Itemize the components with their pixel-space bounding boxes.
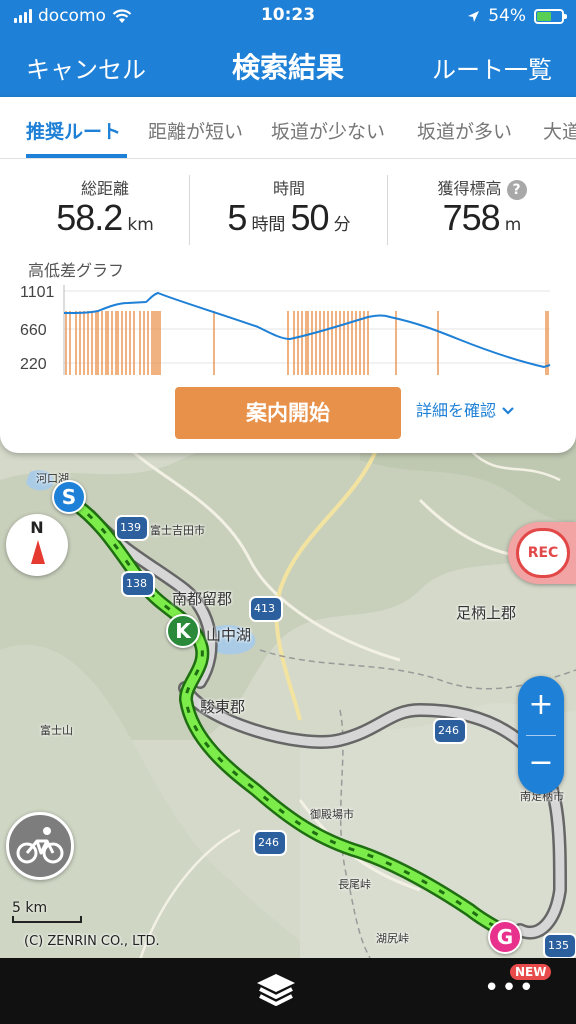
road-number-135: 135 xyxy=(548,939,569,952)
map-label-kojiri: 湖尻峠 xyxy=(376,932,409,945)
tab-shortest[interactable]: 距離が短い xyxy=(148,117,243,144)
time-label: 時間 xyxy=(272,179,305,198)
elevation-graph: 1101 660 220 xyxy=(20,284,551,375)
bottom-bar: ••• NEW xyxy=(0,958,576,1024)
map-label-gotemba: 御殿場市 xyxy=(310,808,354,821)
route-list-button[interactable]: ルート一覧 xyxy=(432,50,552,85)
distance-value-group: 58.2 km xyxy=(20,197,190,239)
road-number-413: 413 xyxy=(254,602,275,615)
active-tab-indicator xyxy=(26,154,127,158)
distance-unit: km xyxy=(127,215,154,235)
elevation-gain-unit: m xyxy=(504,215,522,235)
elevation-gain-value: 758 xyxy=(442,197,501,238)
map-label-ashigarakami: 足柄上郡 xyxy=(456,604,517,622)
elevation-value-group: 758 m xyxy=(388,197,576,239)
record-label: REC xyxy=(516,528,570,578)
map-canvas[interactable] xyxy=(0,420,576,958)
top-bar: docomo 10:23 54% キャンセル 検索結果 ルート一覧 xyxy=(0,0,576,97)
battery-icon xyxy=(534,8,567,24)
layers-icon[interactable] xyxy=(253,970,299,1010)
battery-percent: 54% xyxy=(488,6,526,26)
time-minutes: 50 xyxy=(290,197,330,238)
elevation-stat: 獲得標高 ? 758 m xyxy=(388,173,576,249)
elevation-profile-line xyxy=(63,291,551,369)
route-tabs: 推奨ルート 距離が短い 坂道が少ない 坂道が多い 大道 xyxy=(0,97,576,159)
bicycle-mode-button[interactable] xyxy=(6,812,74,880)
road-number-139: 139 xyxy=(120,521,141,534)
scale-label: 5 km xyxy=(12,900,48,916)
record-button[interactable]: REC xyxy=(508,522,576,584)
road-number-246: 246 xyxy=(438,724,459,737)
road-number-246: 246 xyxy=(258,836,279,849)
road-number-138: 138 xyxy=(126,577,147,590)
distance-label: 総距離 xyxy=(80,179,129,198)
tab-main-road[interactable]: 大道 xyxy=(543,117,576,144)
more-menu-button[interactable]: ••• xyxy=(484,975,536,1001)
tab-fewer-slopes[interactable]: 坂道が少ない xyxy=(271,117,385,144)
route-map[interactable]: 139 138 413 246 246 135 河口湖 富士吉田市 南都留郡 山… xyxy=(0,420,576,958)
zoom-in-button[interactable]: + xyxy=(518,680,564,730)
map-credit: (C) ZENRIN CO., LTD. xyxy=(24,934,160,949)
bicycle-icon xyxy=(16,827,64,864)
compass-north-label: N xyxy=(30,518,44,537)
goal-marker[interactable]: G xyxy=(488,920,522,954)
time-value-group: 5 時間 50 分 xyxy=(190,197,388,239)
distance-stat: 総距離 58.2 km xyxy=(20,173,190,249)
chevron-down-icon xyxy=(502,407,514,415)
route-result-panel: 推奨ルート 距離が短い 坂道が少ない 坂道が多い 大道 総距離 58.2 km … xyxy=(0,97,576,453)
view-details-label: 詳細を確認 xyxy=(416,401,497,420)
compass-button[interactable]: N xyxy=(6,514,68,576)
status-right: 54% xyxy=(467,6,567,26)
tab-more-slopes[interactable]: 坂道が多い xyxy=(417,117,512,144)
checkpoint-marker[interactable]: K xyxy=(166,614,200,648)
scale-bar xyxy=(12,916,82,923)
compass-needle-icon xyxy=(31,540,45,564)
location-arrow-icon xyxy=(468,10,480,22)
map-scale: 5 km xyxy=(12,900,82,923)
time-stat: 時間 5 時間 50 分 xyxy=(190,173,388,249)
elevation-tick-low: 220 xyxy=(20,356,47,373)
tab-recommended[interactable]: 推奨ルート xyxy=(26,117,121,144)
status-bar: docomo 10:23 54% xyxy=(0,0,576,34)
map-label-fujisan: 富士山 xyxy=(40,724,73,737)
map-label-nagaoka: 長尾峠 xyxy=(338,878,371,891)
elevation-tick-high: 1101 xyxy=(20,284,55,301)
map-label-fujiyoshida: 富士吉田市 xyxy=(150,524,205,537)
slope-segments xyxy=(65,311,549,375)
elevation-graph-label: 高低差グラフ xyxy=(28,261,125,280)
time-hours: 5 xyxy=(227,197,247,238)
zoom-divider xyxy=(526,735,556,736)
elevation-gain-label: 獲得標高 xyxy=(437,179,502,198)
map-label-minamitsuru: 南都留郡 xyxy=(172,590,233,608)
time-hours-unit: 時間 xyxy=(251,215,286,235)
zoom-control: + − xyxy=(518,676,564,794)
view-details-link[interactable]: 詳細を確認 xyxy=(416,397,515,421)
map-label-yamanakako: 山中湖 xyxy=(206,626,252,644)
time-minutes-unit: 分 xyxy=(333,215,351,235)
start-navigation-button[interactable]: 案内開始 xyxy=(175,387,401,439)
navigation-bar: キャンセル 検索結果 ルート一覧 xyxy=(0,40,576,90)
new-badge: NEW xyxy=(510,964,552,980)
start-marker[interactable]: S xyxy=(52,480,86,514)
elevation-tick-mid: 660 xyxy=(20,322,47,339)
zoom-out-button[interactable]: − xyxy=(518,738,564,788)
map-label-sunto: 駿東郡 xyxy=(200,698,246,716)
distance-value: 58.2 xyxy=(56,197,123,238)
